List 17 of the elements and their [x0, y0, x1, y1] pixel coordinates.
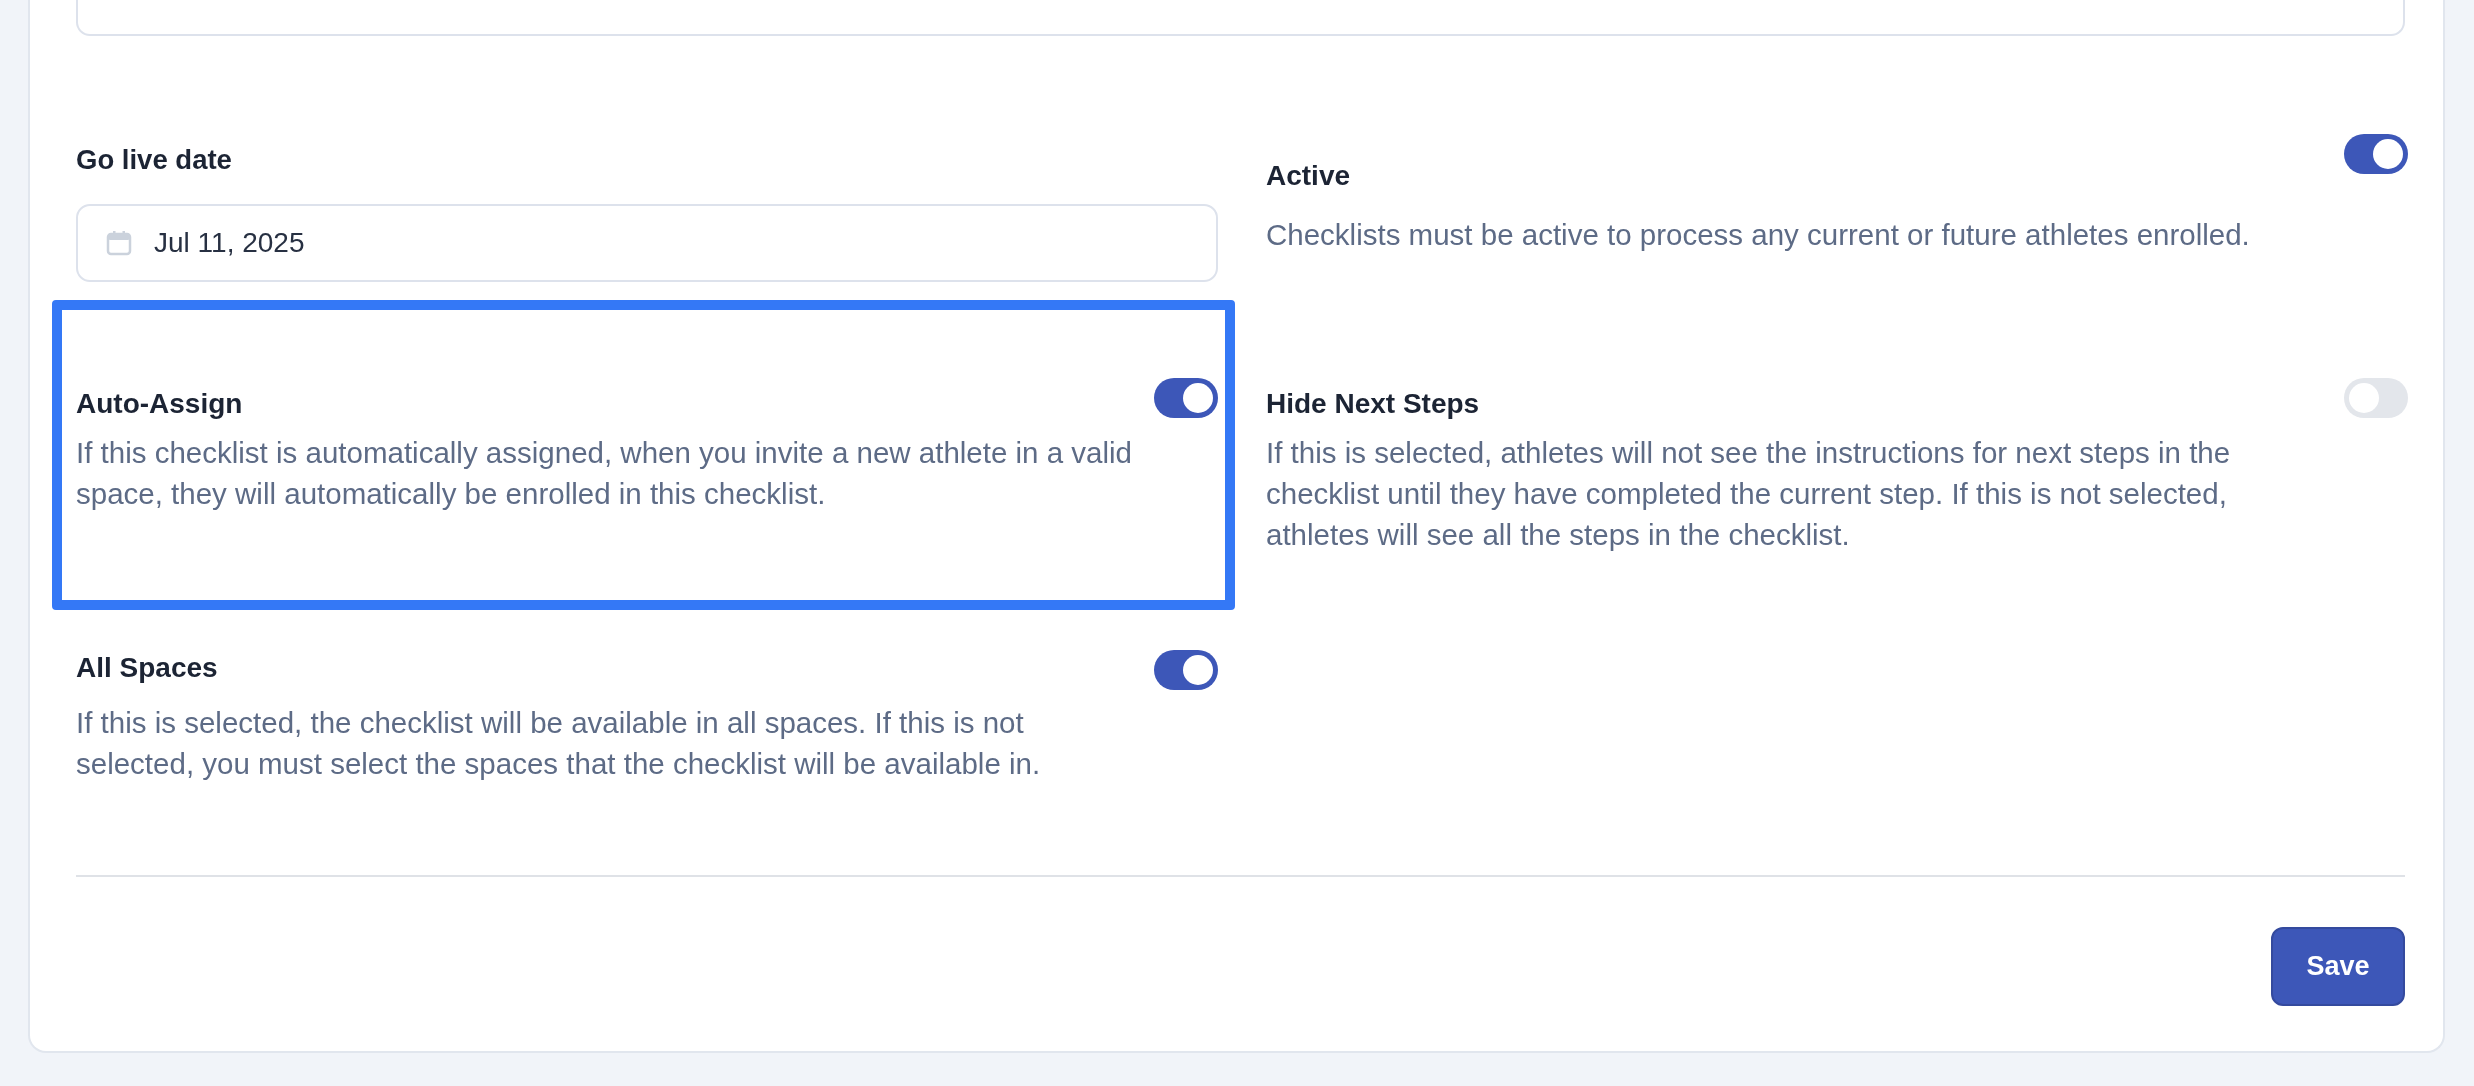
- setting-description: If this is selected, the checklist will be available in all spaces. If this is not selected, you must select the spaces that the checklist will be available in.: [76, 705, 1042, 782]
- date-field[interactable]: Jul 11, 2025: [76, 204, 1218, 282]
- setting-description: Checklists must be active to process any current or future athletes enrolled.: [1266, 217, 2251, 253]
- save-button[interactable]: Save: [2271, 927, 2405, 1006]
- calendar-icon: [106, 230, 132, 256]
- toggle-switch[interactable]: [2344, 378, 2408, 418]
- field-label: Go live date: [76, 144, 233, 176]
- toggle-switch[interactable]: [1154, 650, 1218, 690]
- input-field[interactable]: [76, 0, 2405, 36]
- setting-title: All Spaces: [76, 652, 218, 684]
- setting-title: Hide Next Steps: [1266, 388, 1480, 420]
- setting-description: If this checklist is automatically assigned, when you invite a new athlete in a valid space, they will automatically be enrolled in this checklist.: [76, 435, 1133, 512]
- setting-title: Auto-Assign: [76, 388, 243, 420]
- setting-description: If this is selected, athletes will not see the instructions for next steps in the checklist until they have completed the current step. If this is not selected, athletes will see all the steps in the checklist.: [1266, 435, 2232, 553]
- toggle-switch[interactable]: [1154, 378, 1218, 418]
- setting-title: Active: [1266, 160, 1351, 192]
- toggle-switch[interactable]: [2344, 134, 2408, 174]
